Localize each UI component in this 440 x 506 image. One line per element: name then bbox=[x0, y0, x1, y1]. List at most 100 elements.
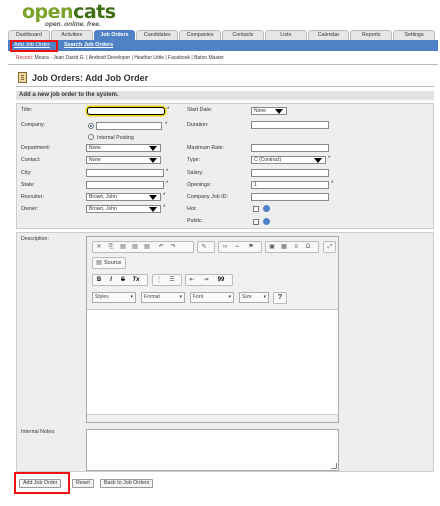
start-date-select[interactable]: None bbox=[251, 107, 287, 115]
duration-input[interactable] bbox=[251, 121, 329, 129]
unlink-icon[interactable]: ⌁ bbox=[233, 243, 241, 251]
maximize-group: ⤢ bbox=[323, 241, 336, 253]
required-mark: * bbox=[163, 193, 166, 199]
department-label: Department: bbox=[21, 145, 51, 151]
source-icon: ▤ bbox=[96, 260, 102, 266]
italic-icon[interactable]: I bbox=[107, 276, 115, 284]
indent-group: ⇤ ⇥ 99 bbox=[185, 274, 233, 286]
styles-dropdown[interactable]: Styles bbox=[92, 292, 136, 303]
bold-icon[interactable]: B bbox=[95, 276, 103, 284]
company-input[interactable] bbox=[96, 122, 162, 130]
state-label: State: bbox=[21, 182, 35, 188]
type-label: Type: bbox=[187, 157, 200, 163]
anchor-flag-icon[interactable]: ⚑ bbox=[247, 243, 255, 251]
rich-text-editor[interactable]: ✕ ⎘ ▤ ▤ ▤ ↶ ↷ ✎ ∞ ⌁ ⚑ ▣ ▦ ≡ Ω ⤢ ▤ Source… bbox=[86, 236, 339, 423]
insert-group: ▣ ▦ ≡ Ω bbox=[265, 241, 319, 253]
sub-navigation: Add Job Order Search Job Orders bbox=[8, 40, 438, 51]
recent-items[interactable]: Moura - Jean David G. | Android Develope… bbox=[35, 55, 224, 61]
required-mark: * bbox=[331, 181, 334, 187]
cut-icon[interactable]: ✕ bbox=[95, 243, 103, 251]
maximize-icon[interactable]: ⤢ bbox=[326, 243, 334, 251]
paste-text-icon[interactable]: ▤ bbox=[131, 243, 139, 251]
contact-select[interactable]: None bbox=[86, 156, 161, 164]
search-job-orders-link[interactable]: Search Job Orders bbox=[64, 42, 113, 48]
tab-activities[interactable]: Activities bbox=[50, 30, 93, 40]
format-dropdown[interactable]: Format bbox=[141, 292, 185, 303]
contact-label: Contact: bbox=[21, 157, 41, 163]
required-mark: * bbox=[328, 156, 331, 162]
openings-input[interactable]: 1 bbox=[251, 181, 329, 189]
recent-bar: Recent: Moura - Jean David G. | Android … bbox=[16, 55, 224, 61]
city-input[interactable] bbox=[86, 169, 164, 177]
job-order-form: Title: * Company: * Internal Posting Dep… bbox=[16, 103, 434, 229]
required-mark: * bbox=[163, 205, 166, 211]
internal-posting-label: Internal Posting bbox=[97, 135, 134, 141]
salary-input[interactable] bbox=[251, 169, 329, 177]
company-radio[interactable] bbox=[88, 123, 94, 129]
indent-icon[interactable]: ⇥ bbox=[202, 276, 210, 284]
table-icon[interactable]: ▦ bbox=[280, 243, 288, 251]
logo-text-open: open bbox=[22, 1, 74, 23]
redo-icon[interactable]: ↷ bbox=[169, 243, 177, 251]
copy-icon[interactable]: ⎘ bbox=[107, 243, 115, 251]
type-select[interactable]: C (Contract) bbox=[251, 156, 326, 164]
openings-label: Openings: bbox=[187, 182, 212, 188]
tab-lists[interactable]: Lists bbox=[264, 30, 307, 40]
owner-select[interactable]: Brown, John bbox=[86, 205, 161, 213]
numbered-list-icon[interactable]: ⋮ bbox=[155, 276, 163, 284]
page-root: opencats open. online. free. Dashboard A… bbox=[0, 0, 440, 506]
department-select[interactable]: None bbox=[86, 144, 161, 152]
required-mark: * bbox=[165, 122, 168, 128]
outdent-icon[interactable]: ⇤ bbox=[188, 276, 196, 284]
remove-format-icon[interactable]: Tx bbox=[132, 276, 140, 284]
max-rate-label: Maximum Rate: bbox=[187, 145, 225, 151]
blockquote-icon[interactable]: 99 bbox=[217, 276, 225, 284]
highlight-add-link bbox=[10, 40, 58, 52]
bulleted-list-icon[interactable]: ☰ bbox=[168, 276, 176, 284]
title-input[interactable] bbox=[87, 107, 165, 115]
link-icon[interactable]: ∞ bbox=[221, 243, 229, 251]
help-icon[interactable]: ? bbox=[273, 292, 287, 304]
tab-settings[interactable]: Settings bbox=[393, 30, 435, 40]
description-label: Description: bbox=[21, 236, 49, 242]
paste-icon[interactable]: ▤ bbox=[119, 243, 127, 251]
tab-candidates[interactable]: Candidates bbox=[136, 30, 179, 40]
tab-calendar[interactable]: Calendar bbox=[307, 30, 350, 40]
horizontal-rule-icon[interactable]: ≡ bbox=[292, 243, 300, 251]
resize-handle[interactable] bbox=[331, 463, 337, 469]
image-icon[interactable]: ▣ bbox=[268, 243, 276, 251]
public-checkbox[interactable] bbox=[253, 219, 259, 225]
back-to-job-orders-button[interactable]: Back to Job Orders bbox=[100, 479, 154, 488]
opencats-logo[interactable]: opencats bbox=[22, 2, 116, 23]
highlight-add-button bbox=[14, 472, 70, 494]
tab-companies[interactable]: Companies bbox=[179, 30, 221, 40]
state-input[interactable] bbox=[86, 181, 164, 189]
strikethrough-icon[interactable]: S bbox=[119, 276, 127, 284]
editor-content-area[interactable] bbox=[87, 310, 338, 414]
internal-posting-radio[interactable] bbox=[88, 134, 94, 140]
info-icon[interactable] bbox=[263, 218, 270, 225]
tab-reports[interactable]: Reports bbox=[350, 30, 393, 40]
internal-notes-textarea[interactable] bbox=[86, 429, 339, 471]
clipboard-group: ✕ ⎘ ▤ ▤ ▤ ↶ ↷ bbox=[92, 241, 194, 253]
source-button[interactable]: Source bbox=[104, 259, 121, 267]
recent-label: Recent: bbox=[16, 55, 34, 61]
font-dropdown[interactable]: Font bbox=[190, 292, 234, 303]
tab-job-orders[interactable]: Job Orders bbox=[93, 30, 136, 40]
paste-word-icon[interactable]: ▤ bbox=[143, 243, 151, 251]
special-char-icon[interactable]: Ω bbox=[304, 243, 312, 251]
spellcheck-icon[interactable]: ✎ bbox=[200, 243, 208, 251]
company-job-id-input[interactable] bbox=[251, 193, 329, 201]
reset-button[interactable]: Reset bbox=[72, 479, 94, 488]
undo-icon[interactable]: ↶ bbox=[157, 243, 165, 251]
required-mark: * bbox=[167, 107, 170, 113]
max-rate-input[interactable] bbox=[251, 144, 329, 152]
owner-label: Owner: bbox=[21, 206, 39, 212]
tab-contacts[interactable]: Contacts bbox=[221, 30, 264, 40]
tab-dashboard[interactable]: Dashboard bbox=[8, 30, 50, 40]
list-group: ⋮ ☰ bbox=[152, 274, 182, 286]
info-icon[interactable] bbox=[263, 205, 270, 212]
hot-checkbox[interactable] bbox=[253, 206, 259, 212]
recruiter-select[interactable]: Brown, John bbox=[86, 193, 161, 201]
size-dropdown[interactable]: Size bbox=[239, 292, 269, 303]
